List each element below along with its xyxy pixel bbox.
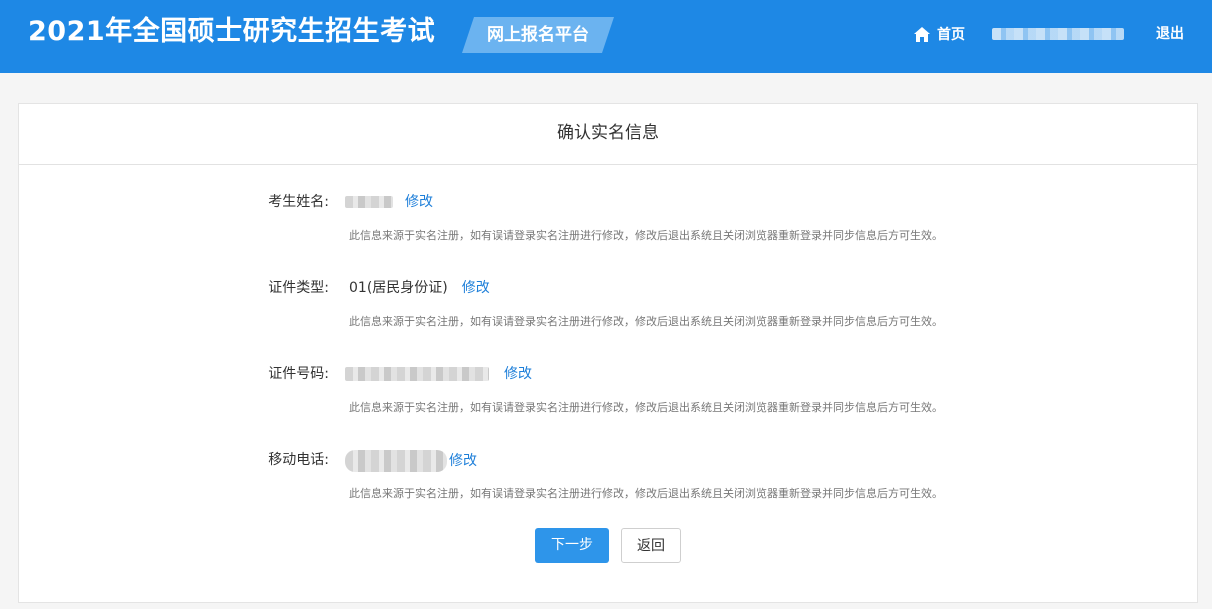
site-title: 2021年全国硕士研究生招生考试 — [28, 16, 436, 47]
home-label: 首页 — [937, 27, 965, 43]
row-note: 此信息来源于实名注册，如有误请登录实名注册进行修改，修改后退出系统且关闭浏览器重… — [349, 487, 943, 500]
home-link[interactable]: 首页 — [913, 23, 965, 45]
redacted-value — [345, 450, 447, 472]
id-type-value: 01(居民身份证) — [349, 280, 448, 296]
redacted-value — [345, 367, 489, 381]
platform-badge-label: 网上报名平台 — [487, 25, 589, 45]
row-label: 证件号码: — [268, 366, 329, 382]
redacted-value — [345, 196, 393, 208]
row-label: 考生姓名: — [268, 194, 329, 210]
row-value: 01(居民身份证) 修改 — [345, 278, 490, 298]
row-note: 此信息来源于实名注册，如有误请登录实名注册进行修改，修改后退出系统且关闭浏览器重… — [349, 401, 943, 414]
edit-id-type-link[interactable]: 修改 — [462, 278, 490, 298]
edit-id-number-link[interactable]: 修改 — [504, 364, 532, 384]
edit-mobile-link[interactable]: 修改 — [449, 451, 477, 471]
row-label: 移动电话: — [268, 452, 329, 468]
row-label: 证件类型: — [268, 280, 329, 296]
row-value: 修改 — [345, 450, 477, 472]
platform-badge: 网上报名平台 — [462, 17, 614, 53]
edit-name-link[interactable]: 修改 — [405, 192, 433, 212]
home-icon — [914, 26, 930, 42]
logout-link[interactable]: 退出 — [1156, 23, 1184, 45]
back-button[interactable]: 返回 — [621, 528, 681, 563]
top-header: 2021年全国硕士研究生招生考试 网上报名平台 首页 退出 — [0, 0, 1212, 73]
row-value: 修改 — [345, 192, 433, 212]
username-redacted — [992, 28, 1124, 40]
row-value: 修改 — [345, 364, 532, 384]
row-note: 此信息来源于实名注册，如有误请登录实名注册进行修改，修改后退出系统且关闭浏览器重… — [349, 229, 943, 242]
next-step-button[interactable]: 下一步 — [535, 528, 609, 563]
row-note: 此信息来源于实名注册，如有误请登录实名注册进行修改，修改后退出系统且关闭浏览器重… — [349, 315, 943, 328]
confirm-info-card: 确认实名信息 考生姓名: 修改 此信息来源于实名注册，如有误请登录实名注册进行修… — [18, 103, 1198, 603]
card-title: 确认实名信息 — [19, 104, 1197, 165]
